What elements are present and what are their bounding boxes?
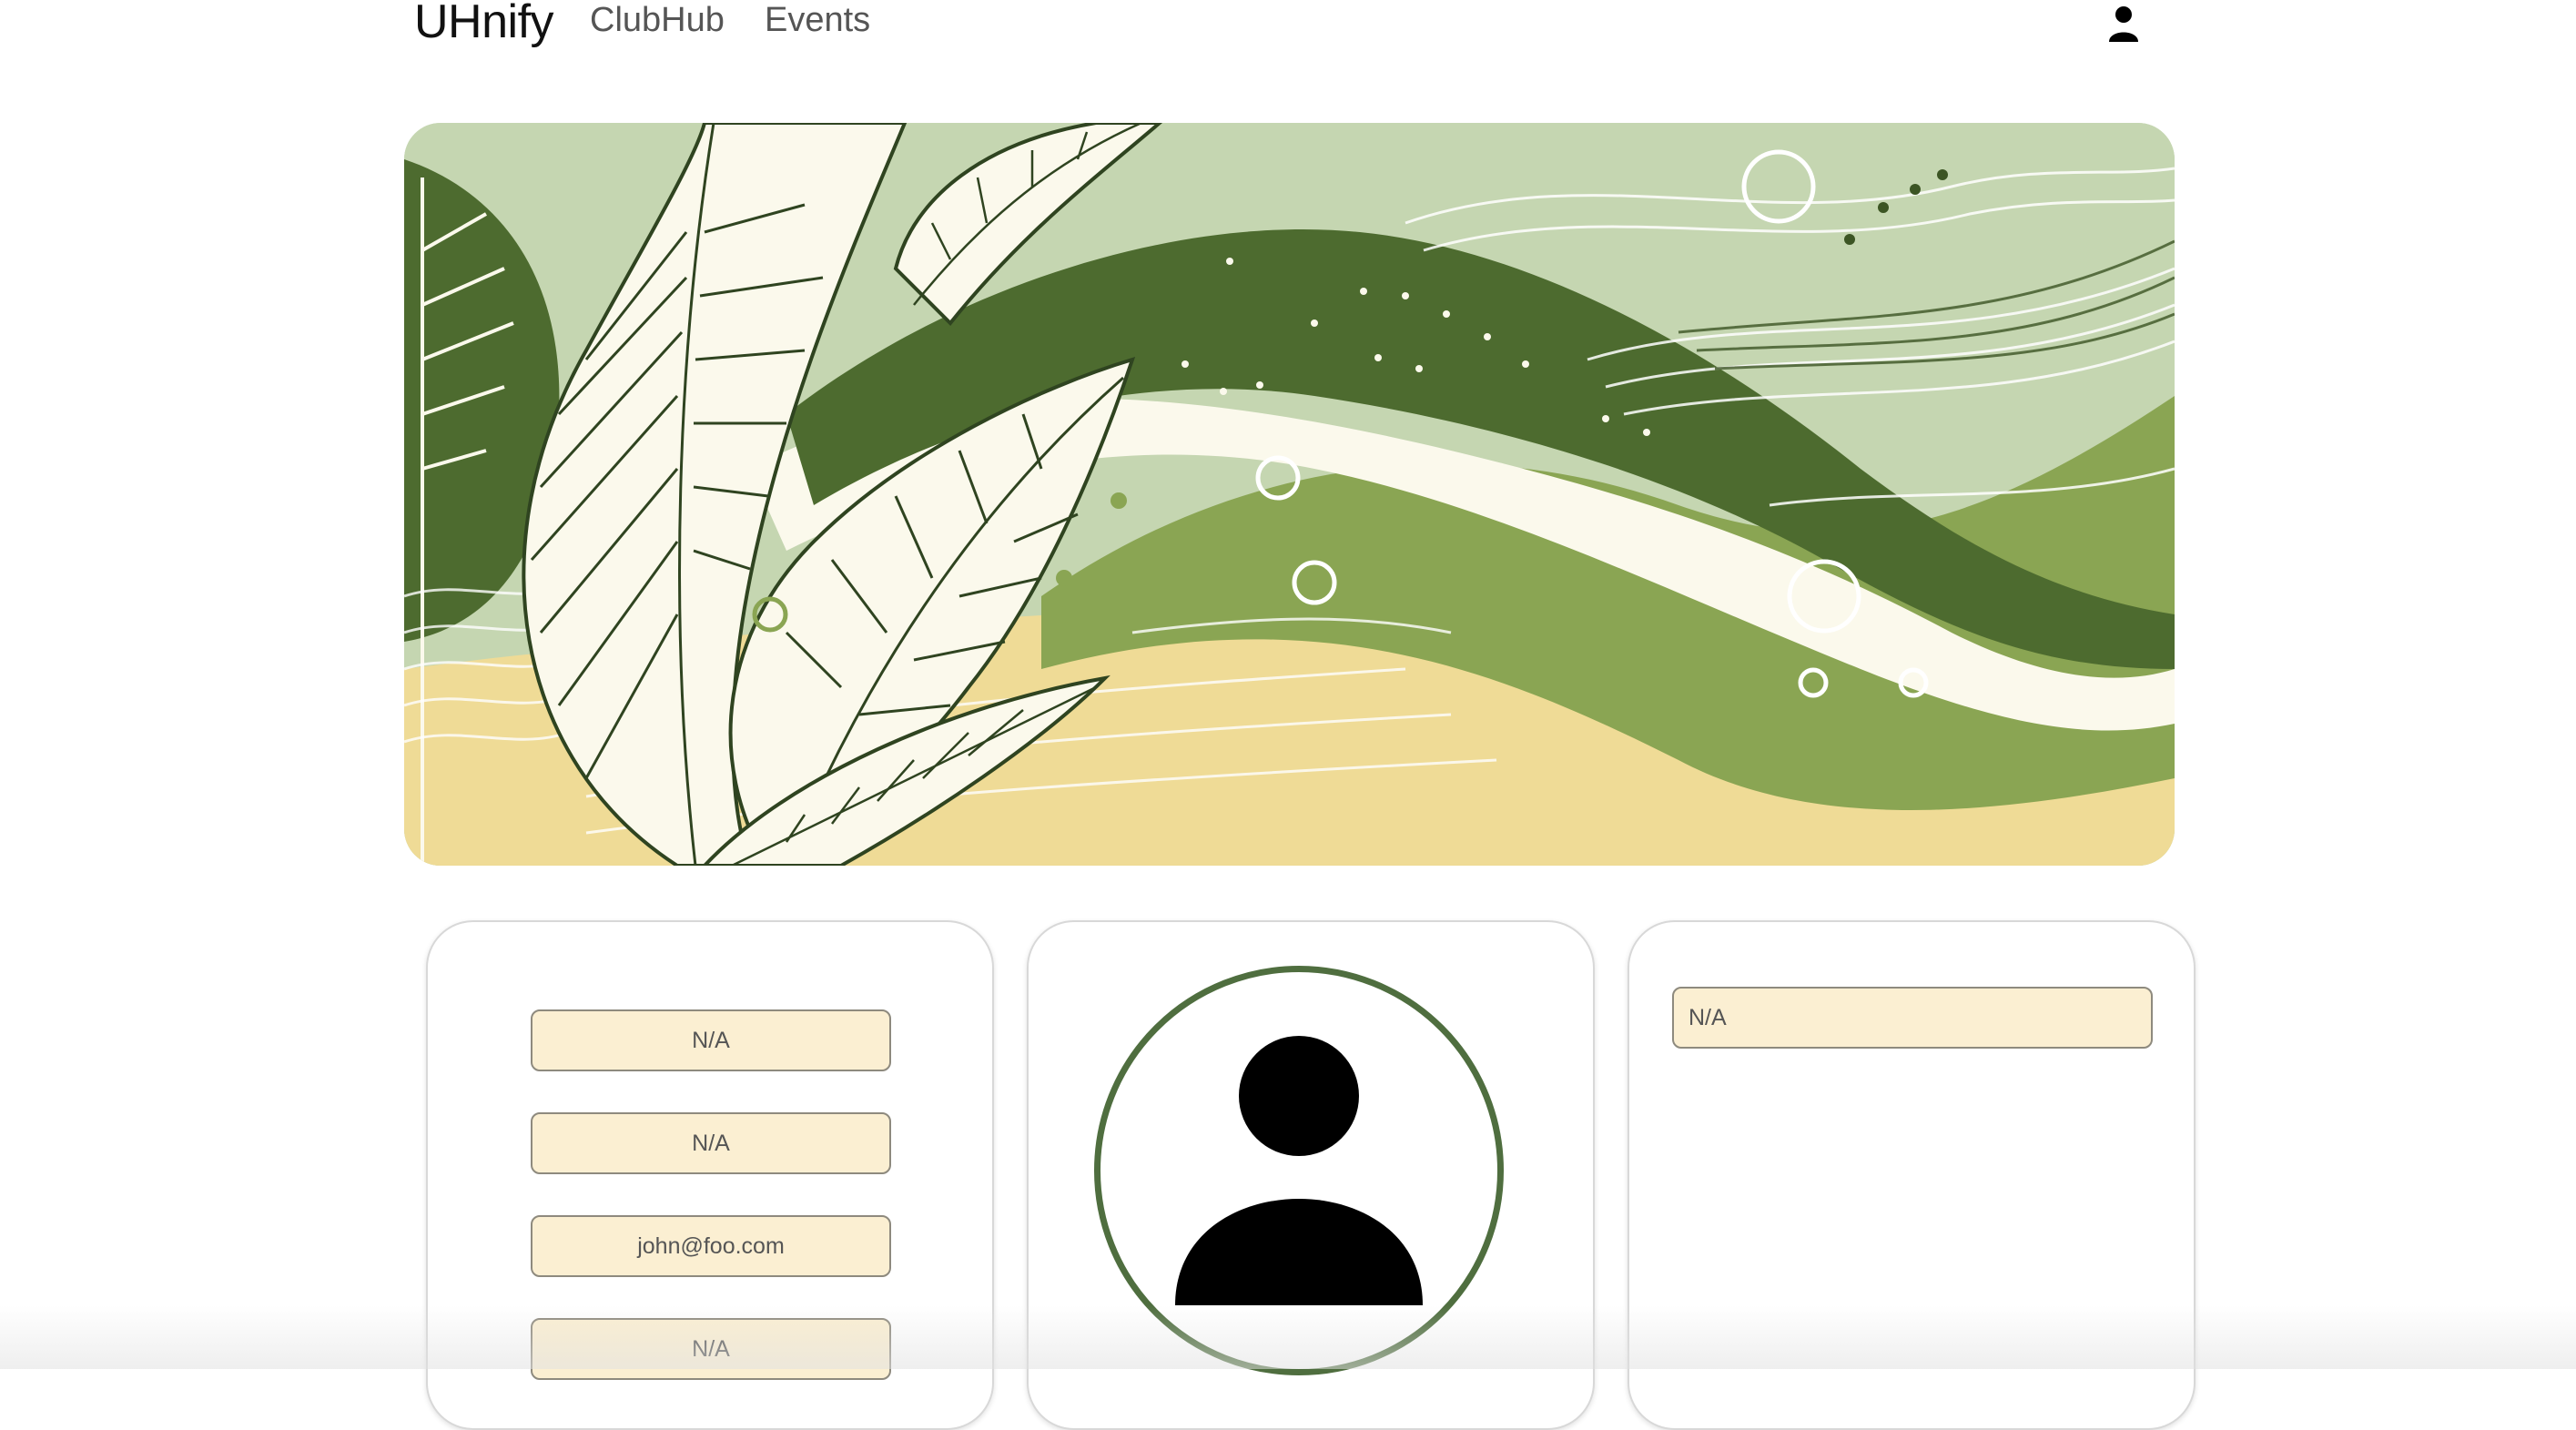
profile-field-1[interactable] (531, 1009, 891, 1071)
nav-link-clubhub[interactable]: ClubHub (590, 2, 725, 38)
profile-field-4[interactable] (531, 1318, 891, 1380)
avatar-card (1027, 920, 1595, 1430)
brand-logo[interactable]: UHnify (414, 0, 554, 46)
navbar: UHnify ClubHub Events (0, 0, 2576, 55)
profile-menu-button[interactable] (2107, 4, 2140, 44)
person-icon (1175, 1036, 1423, 1305)
person-icon (2109, 6, 2138, 42)
banner-image (404, 123, 2175, 866)
email-field[interactable] (531, 1215, 891, 1277)
nav-link-events[interactable]: Events (765, 2, 870, 38)
profile-details-card (426, 920, 994, 1430)
bio-field[interactable] (1672, 987, 2153, 1049)
profile-bio-card (1628, 920, 2196, 1430)
avatar[interactable] (1094, 966, 1504, 1375)
profile-field-2[interactable] (531, 1112, 891, 1174)
